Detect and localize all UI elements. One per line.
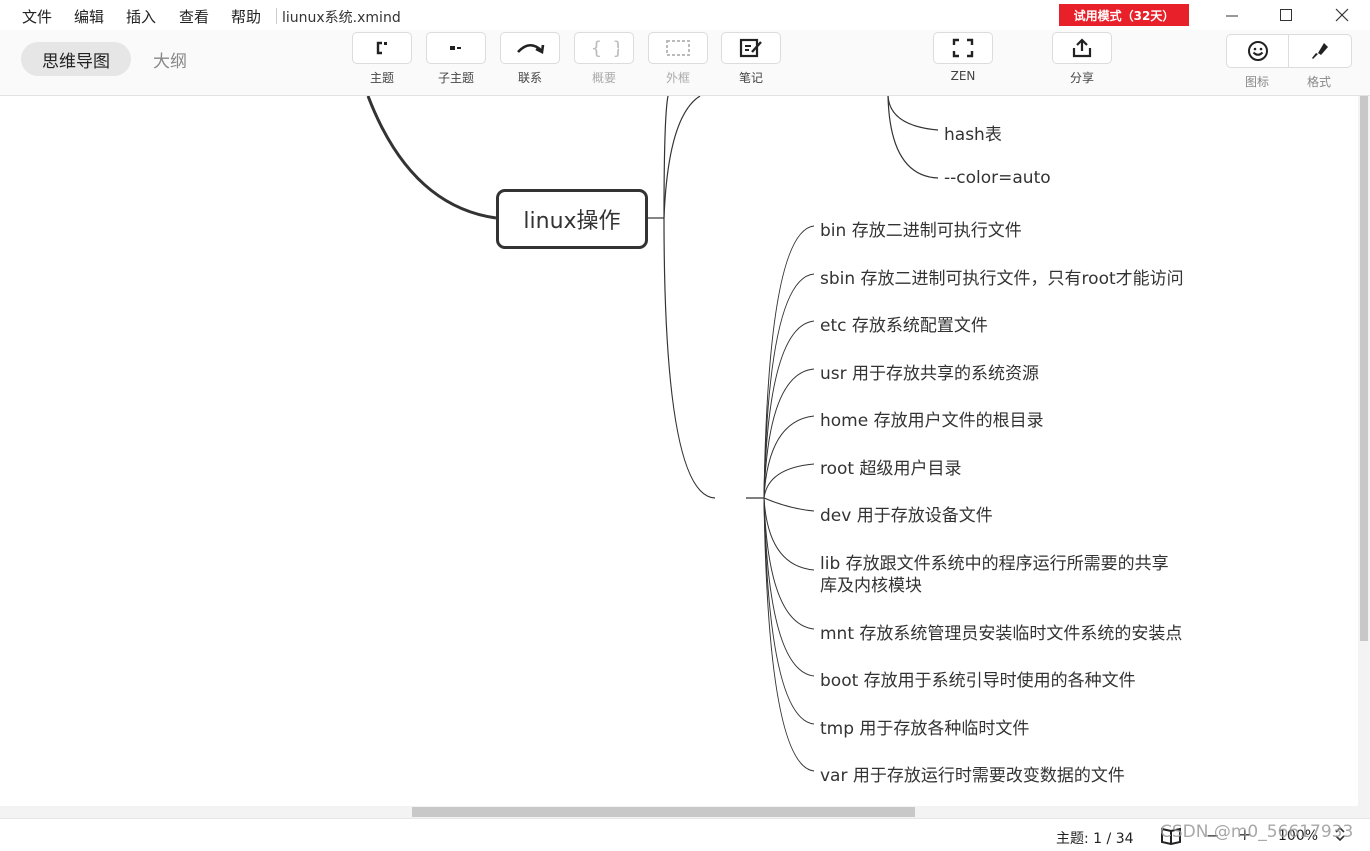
topic-count: 主题: 1 / 34 [1056,831,1134,847]
topic-mnt[interactable]: mnt 存放系统管理员安装临时文件系统的安装点 [820,619,1182,644]
topic-boot[interactable]: boot 存放用于系统引导时使用的各种文件 [820,666,1136,691]
maximize-icon [1280,9,1292,21]
title-separator [276,8,277,24]
format-panel-label: 格式 [1306,75,1331,89]
topic-hash-table[interactable]: hash表 [944,120,1002,145]
note-icon [739,38,762,58]
subtopic-label: 子主题 [437,71,474,85]
maximize-button[interactable] [1274,4,1298,26]
topic-root[interactable]: root 超级用户目录 [820,454,962,479]
summary-label: 概要 [591,71,616,85]
tab-outline[interactable]: 大纲 [140,42,200,76]
topic-bin[interactable]: bin 存放二进制可执行文件 [820,216,1022,241]
summary-icon: { } [591,38,619,58]
menu-insert[interactable]: 插入 [126,6,156,27]
topic-tmp[interactable]: tmp 用于存放各种临时文件 [820,714,1029,739]
central-topic[interactable]: linux操作 [496,189,648,249]
trial-badge[interactable]: 试用模式（32天） [1059,4,1189,26]
menu-view[interactable]: 查看 [179,6,209,27]
subtopic-icon [450,46,461,50]
share-button[interactable]: 分享 [1052,32,1112,90]
close-icon [1335,8,1349,22]
topic-lib-cont[interactable]: 库及内核模块 [820,571,922,596]
mindmap-canvas[interactable]: linux操作 hash表 --color=auto bin 存放二进制可执行文… [0,96,1358,806]
svg-text:{ }: { } [591,38,619,58]
menu-bar: 文件 编辑 插入 查看 帮助 liunux系统.xmind 试用模式（32天） [0,0,1370,30]
icon-panel-label: 图标 [1244,75,1269,89]
boundary-button[interactable]: 外框 [648,32,708,90]
menu-file[interactable]: 文件 [22,6,52,27]
close-button[interactable] [1330,4,1354,26]
horizontal-scroll-thumb[interactable] [412,807,915,817]
topic-color-auto[interactable]: --color=auto [944,168,1051,188]
fullscreen-icon [952,38,974,58]
note-button[interactable]: 笔记 [721,32,781,90]
topic-sbin[interactable]: sbin 存放二进制可执行文件，只有root才能访问 [820,264,1184,289]
zen-button[interactable]: ZEN [933,32,993,90]
zen-label: ZEN [950,69,976,83]
relationship-label: 联系 [517,71,542,85]
menu-help[interactable]: 帮助 [231,6,261,27]
brush-icon [1312,43,1328,59]
tab-mindmap[interactable]: 思维导图 [21,42,131,76]
toolbar: 思维导图 大纲 主题 子主题 联系 { } 概要 外框 笔记 ZEN 分享 [0,30,1370,96]
vertical-scrollbar[interactable] [1358,96,1370,806]
icon-panel-button[interactable] [1227,35,1288,67]
topic-icon [376,41,387,55]
csdn-watermark: CSDN @m0_56617933 [1160,822,1354,842]
topic-var[interactable]: var 用于存放运行时需要改变数据的文件 [820,761,1125,786]
subtopic-button[interactable]: 子主题 [426,32,486,90]
share-label: 分享 [1069,71,1094,85]
horizontal-scrollbar[interactable] [0,806,1370,818]
minimize-icon [1226,15,1238,17]
status-bar: 主题: 1 / 34 − + 100% CSDN @m0_56617933 [0,818,1370,851]
relationship-button[interactable]: 联系 [500,32,560,90]
note-label: 笔记 [738,71,763,85]
relationship-icon [517,43,545,54]
vertical-scroll-thumb[interactable] [1360,96,1368,641]
smiley-icon [1247,41,1268,61]
minimize-button[interactable] [1220,4,1244,26]
boundary-label: 外框 [665,71,690,85]
topic-button[interactable]: 主题 [352,32,412,90]
summary-button[interactable]: { } 概要 [574,32,634,90]
connector-lines [366,96,939,772]
topic-dev[interactable]: dev 用于存放设备文件 [820,501,993,526]
boundary-icon [666,40,690,56]
format-panel-button[interactable] [1289,35,1351,67]
topic-usr[interactable]: usr 用于存放共享的系统资源 [820,359,1039,384]
topic-home[interactable]: home 存放用户文件的根目录 [820,406,1044,431]
panel-toggle-group [1226,34,1352,68]
topic-label: 主题 [369,71,394,85]
menu-edit[interactable]: 编辑 [74,6,104,27]
share-icon [1072,38,1092,58]
file-title: liunux系统.xmind [282,10,401,26]
topic-etc[interactable]: etc 存放系统配置文件 [820,311,988,336]
